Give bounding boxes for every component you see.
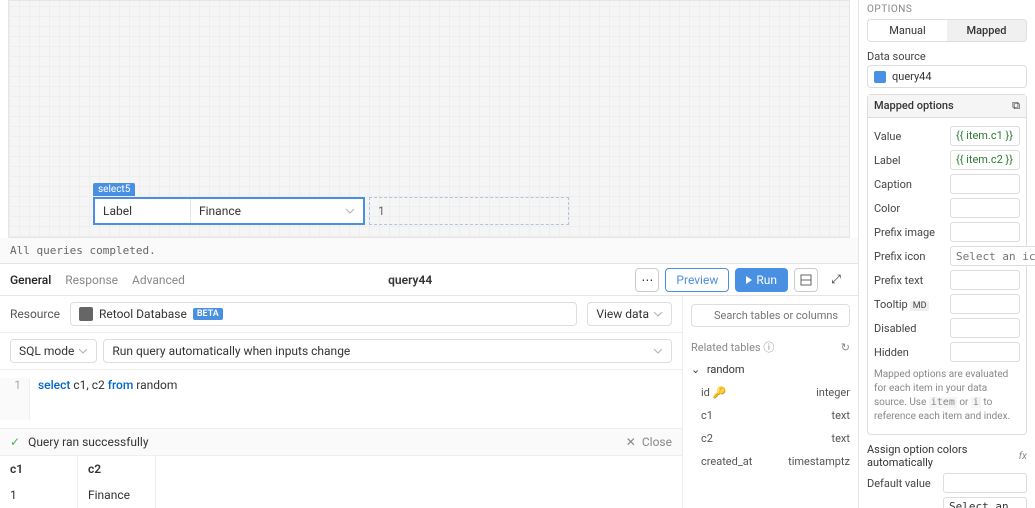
resource-label: Resource xyxy=(10,307,60,321)
fx-icon[interactable]: fx xyxy=(1019,451,1027,462)
seg-mapped[interactable]: Mapped xyxy=(947,20,1026,41)
placeholder-input[interactable]: Select an option xyxy=(943,497,1027,508)
cell: Finance xyxy=(78,482,156,508)
layout-button[interactable] xyxy=(794,268,818,292)
mapped-options-title: Mapped options xyxy=(874,99,954,113)
cell: 1 xyxy=(0,482,78,508)
check-icon: ✓ xyxy=(10,435,20,449)
options-section-title: OPTIONS xyxy=(867,0,1027,19)
sql-mode-select[interactable]: SQL mode xyxy=(10,339,97,363)
run-button[interactable]: Run xyxy=(735,268,788,292)
seg-manual[interactable]: Manual xyxy=(868,20,947,41)
expand-button[interactable]: ⤢ xyxy=(824,268,848,292)
schema-col-id[interactable]: id 🔑integer xyxy=(691,384,850,401)
editor-tabs: General Response Advanced xyxy=(10,265,185,295)
select-component[interactable]: Label Finance xyxy=(93,197,365,225)
value-prop-input[interactable]: {{ item.c1 }} xyxy=(950,126,1020,146)
text-component[interactable]: 1 xyxy=(369,197,569,225)
tab-general[interactable]: General xyxy=(10,265,51,295)
canvas-area[interactable]: select5 Label Finance 1 xyxy=(8,0,850,238)
options-mode-segmented: Manual Mapped xyxy=(867,19,1027,42)
result-table: c1 c2 1 Finance xyxy=(0,455,682,508)
hidden-prop-input[interactable] xyxy=(950,342,1020,362)
play-icon xyxy=(746,276,752,284)
tab-advanced[interactable]: Advanced xyxy=(132,265,185,295)
schema-col-c2[interactable]: c2text xyxy=(691,430,850,447)
info-icon: ⓘ xyxy=(763,341,774,354)
component-tag: select5 xyxy=(93,183,135,196)
prefix-image-label: Prefix image xyxy=(874,226,944,239)
caption-prop-input[interactable] xyxy=(950,174,1020,194)
col-c2[interactable]: c2 xyxy=(78,456,156,482)
select-value-text: Finance xyxy=(199,204,241,218)
select-dropdown[interactable]: Finance xyxy=(191,199,363,223)
chevron-down-icon xyxy=(345,206,355,216)
tab-response[interactable]: Response xyxy=(65,265,118,295)
mapped-options-box: Mapped options ⧉ Value {{ item.c1 }} Labe… xyxy=(867,94,1027,435)
label-prop-input[interactable]: {{ item.c2 }} xyxy=(950,150,1020,170)
resource-select[interactable]: Retool Database BETA xyxy=(70,302,577,326)
chevron-down-icon xyxy=(653,346,663,356)
close-x-icon[interactable]: ✕ xyxy=(626,435,636,449)
query-editor: General Response Advanced query44 ⋯ Prev… xyxy=(0,263,858,508)
prefix-icon-label: Prefix icon xyxy=(874,250,944,263)
editor-header: General Response Advanced query44 ⋯ Prev… xyxy=(0,264,858,296)
prefix-icon-input[interactable] xyxy=(950,246,1035,266)
table-header-row: c1 c2 xyxy=(0,456,682,482)
resource-name: Retool Database xyxy=(99,307,187,321)
label-prop-label: Label xyxy=(874,154,944,167)
value-prop-label: Value xyxy=(874,130,944,143)
disabled-prop-input[interactable] xyxy=(950,318,1020,338)
preview-button[interactable]: Preview xyxy=(665,268,729,292)
code-editor[interactable]: 1 select c1, c2 from random xyxy=(0,370,682,428)
database-icon xyxy=(79,307,93,321)
view-data-button[interactable]: View data xyxy=(587,302,672,326)
copy-icon[interactable]: ⧉ xyxy=(1012,99,1020,113)
chevron-down-icon xyxy=(78,346,88,356)
disabled-prop-label: Disabled xyxy=(874,322,944,335)
query-icon xyxy=(874,71,886,83)
color-prop-label: Color xyxy=(874,202,944,215)
schema-table-random[interactable]: ⌄ random xyxy=(691,361,850,378)
tooltip-prop-input[interactable] xyxy=(950,294,1020,314)
beta-badge: BETA xyxy=(193,308,223,320)
schema-panel: Related tables ⓘ ↻ ⌄ random id 🔑integer … xyxy=(682,296,858,508)
col-c1[interactable]: c1 xyxy=(0,456,78,482)
auto-colors-label: Assign option colors automatically xyxy=(867,443,1013,469)
color-prop-input[interactable] xyxy=(950,198,1020,218)
status-line: All queries completed. xyxy=(0,238,858,263)
inspector-panel: OPTIONS Manual Mapped Data source query4… xyxy=(859,0,1035,508)
related-tables-label: Related tables ⓘ xyxy=(691,339,774,355)
table-row[interactable]: 1 Finance xyxy=(0,482,682,508)
data-source-select[interactable]: query44 xyxy=(867,65,1027,88)
result-message: Query ran successfully xyxy=(28,435,148,449)
query-title: query44 xyxy=(185,273,636,287)
prefix-text-input[interactable] xyxy=(950,270,1020,290)
schema-col-created[interactable]: created_attimestamptz xyxy=(691,453,850,470)
chevron-down-icon: ⌄ xyxy=(691,363,700,376)
prefix-text-label: Prefix text xyxy=(874,274,944,287)
select-label: Label xyxy=(95,199,191,223)
chevron-down-icon xyxy=(653,309,663,319)
more-button[interactable]: ⋯ xyxy=(635,268,659,292)
line-gutter: 1 xyxy=(0,378,30,420)
default-value-input[interactable] xyxy=(943,473,1027,493)
result-bar: ✓ Query ran successfully ✕ Close xyxy=(0,428,682,455)
refresh-icon[interactable]: ↻ xyxy=(841,341,850,354)
data-source-label: Data source xyxy=(867,50,1027,63)
text-value: 1 xyxy=(378,204,385,218)
prefix-image-input[interactable] xyxy=(950,222,1020,242)
schema-col-c1[interactable]: c1text xyxy=(691,407,850,424)
schema-search-input[interactable] xyxy=(691,304,850,327)
default-value-label: Default value xyxy=(867,477,937,490)
close-button[interactable]: Close xyxy=(642,435,672,449)
tooltip-prop-label: TooltipMD xyxy=(874,298,944,311)
trigger-select[interactable]: Run query automatically when inputs chan… xyxy=(103,339,672,363)
caption-prop-label: Caption xyxy=(874,178,944,191)
code-line: select c1, c2 from random xyxy=(30,378,185,420)
mapped-hint: Mapped options are evaluated for each it… xyxy=(874,368,1020,424)
hidden-prop-label: Hidden xyxy=(874,346,944,359)
